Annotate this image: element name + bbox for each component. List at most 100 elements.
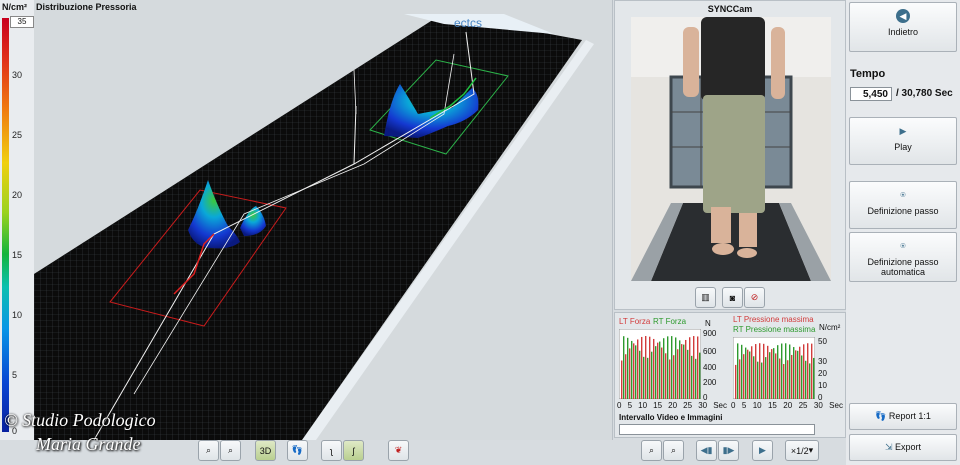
interval-timeline[interactable] [619, 424, 815, 435]
signal-bar [763, 343, 765, 399]
scale-tick: 30 [12, 70, 23, 80]
zoom-in-button[interactable]: ⌕ [198, 440, 219, 461]
signal-bar [749, 351, 751, 399]
signal-bar [741, 344, 743, 399]
playback-play-button[interactable]: ▶ [752, 440, 773, 461]
camera-off-icon: ⊘ [750, 292, 759, 302]
signal-bar [757, 361, 759, 399]
signal-bar [779, 358, 781, 399]
colored-feet-icon: ❦ [394, 445, 403, 455]
camera-off-button[interactable]: ⊘ [744, 287, 765, 308]
auto-step-definition-button[interactable]: ⍟ Definizione passo automatica [849, 232, 957, 282]
signal-bar [753, 356, 755, 399]
playback-zoom-in-button[interactable]: ⌕ [641, 440, 662, 461]
force-x-ticks: 0 5 10 15 20 25 30 Sec [617, 401, 727, 410]
zoom-out-button[interactable]: ⌕ [220, 440, 241, 461]
signal-bar [751, 346, 753, 399]
pressure-y-tick: 10 [818, 381, 827, 390]
feet-color-button[interactable]: ❦ [388, 440, 409, 461]
tempo-total: / 30,780 Sec [896, 88, 953, 99]
force-chart[interactable] [619, 329, 701, 399]
watermark-line1: © Studio Podologico [4, 410, 156, 430]
synccam-panel: SYNCCam ▥ ◙ ⊘ [614, 0, 846, 310]
signal-bar [663, 338, 665, 399]
signal-bar [761, 362, 763, 399]
foot-view-button[interactable]: 👣 [287, 440, 308, 461]
step-label: Definizione passo [867, 206, 939, 216]
signal-bar [671, 336, 673, 399]
report-button[interactable]: 👣 Report 1:1 [849, 403, 957, 430]
back-label: Indietro [887, 27, 919, 37]
view-3d-button[interactable]: 3D [255, 440, 276, 461]
pressure-x-ticks: 0 5 10 15 20 25 30 Sec [731, 401, 843, 410]
signal-bar [767, 345, 769, 399]
signal-bar [735, 364, 737, 399]
signal-bar [743, 354, 745, 399]
force-unit: N [705, 319, 711, 328]
signal-bar [737, 343, 739, 399]
film-icon: ▥ [701, 292, 710, 302]
signal-bar [807, 343, 809, 399]
signal-bar [691, 355, 693, 399]
signal-bar [783, 364, 785, 399]
signal-bar [647, 357, 649, 399]
back-button[interactable]: ◀ Indietro [849, 2, 957, 52]
right-foot-button[interactable]: ʃ [343, 440, 364, 461]
pressure-chart[interactable] [733, 337, 815, 399]
zoom-in-icon: ⌕ [205, 445, 212, 455]
chevron-down-icon: ▾ [808, 445, 814, 455]
signal-bar [675, 337, 677, 399]
report-label: Report 1:1 [888, 411, 931, 421]
tempo-label: Tempo [850, 68, 886, 80]
scale-max-value[interactable]: 35 [10, 16, 34, 28]
signal-bar [637, 339, 639, 399]
signal-bar [681, 344, 683, 399]
step-forward-button[interactable]: ▮▶ [718, 440, 739, 461]
pressure-color-scale: N/cm² 35 30 25 20 15 10 5 0 [0, 0, 34, 440]
plot-brand: ectcs [454, 16, 482, 30]
tempo-current-field[interactable]: 5,450 [850, 87, 892, 101]
signal-bar [669, 359, 671, 399]
export-button[interactable]: ⇲ Export [849, 434, 957, 461]
left-foot-button[interactable]: ʅ [321, 440, 342, 461]
play-icon: ▶ [759, 445, 766, 455]
pressure-unit: N/cm² [819, 323, 841, 332]
synccam-video[interactable] [631, 17, 831, 281]
signal-bar [685, 339, 687, 399]
right-sidebar: ◀ Indietro Tempo 5,450 / 30,780 Sec ▶ Pl… [846, 0, 960, 465]
play-button[interactable]: ▶ Play [849, 117, 957, 165]
step-definition-button[interactable]: ⍟ Definizione passo [849, 181, 957, 229]
step-back-button[interactable]: ◀▮ [696, 440, 717, 461]
signal-bar [695, 358, 697, 399]
scale-gradient-bar [2, 18, 9, 432]
speed-select[interactable]: ×1/2 ▾ [785, 440, 819, 461]
film-button[interactable]: ▥ [695, 287, 716, 308]
camera-button[interactable]: ◙ [722, 287, 743, 308]
signal-bar [659, 341, 661, 399]
graphs-panel: LT Forza RT Forza N 900 600 400 200 0 05… [614, 312, 846, 438]
signal-bar [755, 344, 757, 399]
step-forward-icon: ▮▶ [722, 445, 735, 455]
signal-bar [785, 343, 787, 399]
signal-bar [771, 349, 773, 399]
scale-tick: 10 [12, 310, 23, 320]
pressure-3d-view[interactable]: ectcs [34, 14, 612, 440]
signal-bar [653, 338, 655, 399]
export-label: Export [895, 442, 922, 452]
signal-bar [747, 349, 749, 399]
foot-step-icon: ⍟ [900, 190, 906, 200]
signal-bar [813, 357, 815, 399]
play-label: Play [894, 142, 912, 152]
signal-bar [641, 336, 643, 399]
signal-bar [791, 354, 793, 399]
auto-step-label: Definizione passo automatica [867, 257, 939, 277]
force-y-tick: 900 [703, 329, 717, 338]
pressure-y-tick: 30 [818, 357, 827, 366]
signal-bar [625, 354, 627, 399]
playback-zoom-out-button[interactable]: ⌕ [663, 440, 684, 461]
signal-bar [765, 357, 767, 399]
back-arrow-icon: ◀ [896, 9, 910, 23]
scale-tick: 20 [12, 190, 23, 200]
signal-bar [687, 349, 689, 399]
lt-force-label: LT Forza [619, 317, 651, 326]
